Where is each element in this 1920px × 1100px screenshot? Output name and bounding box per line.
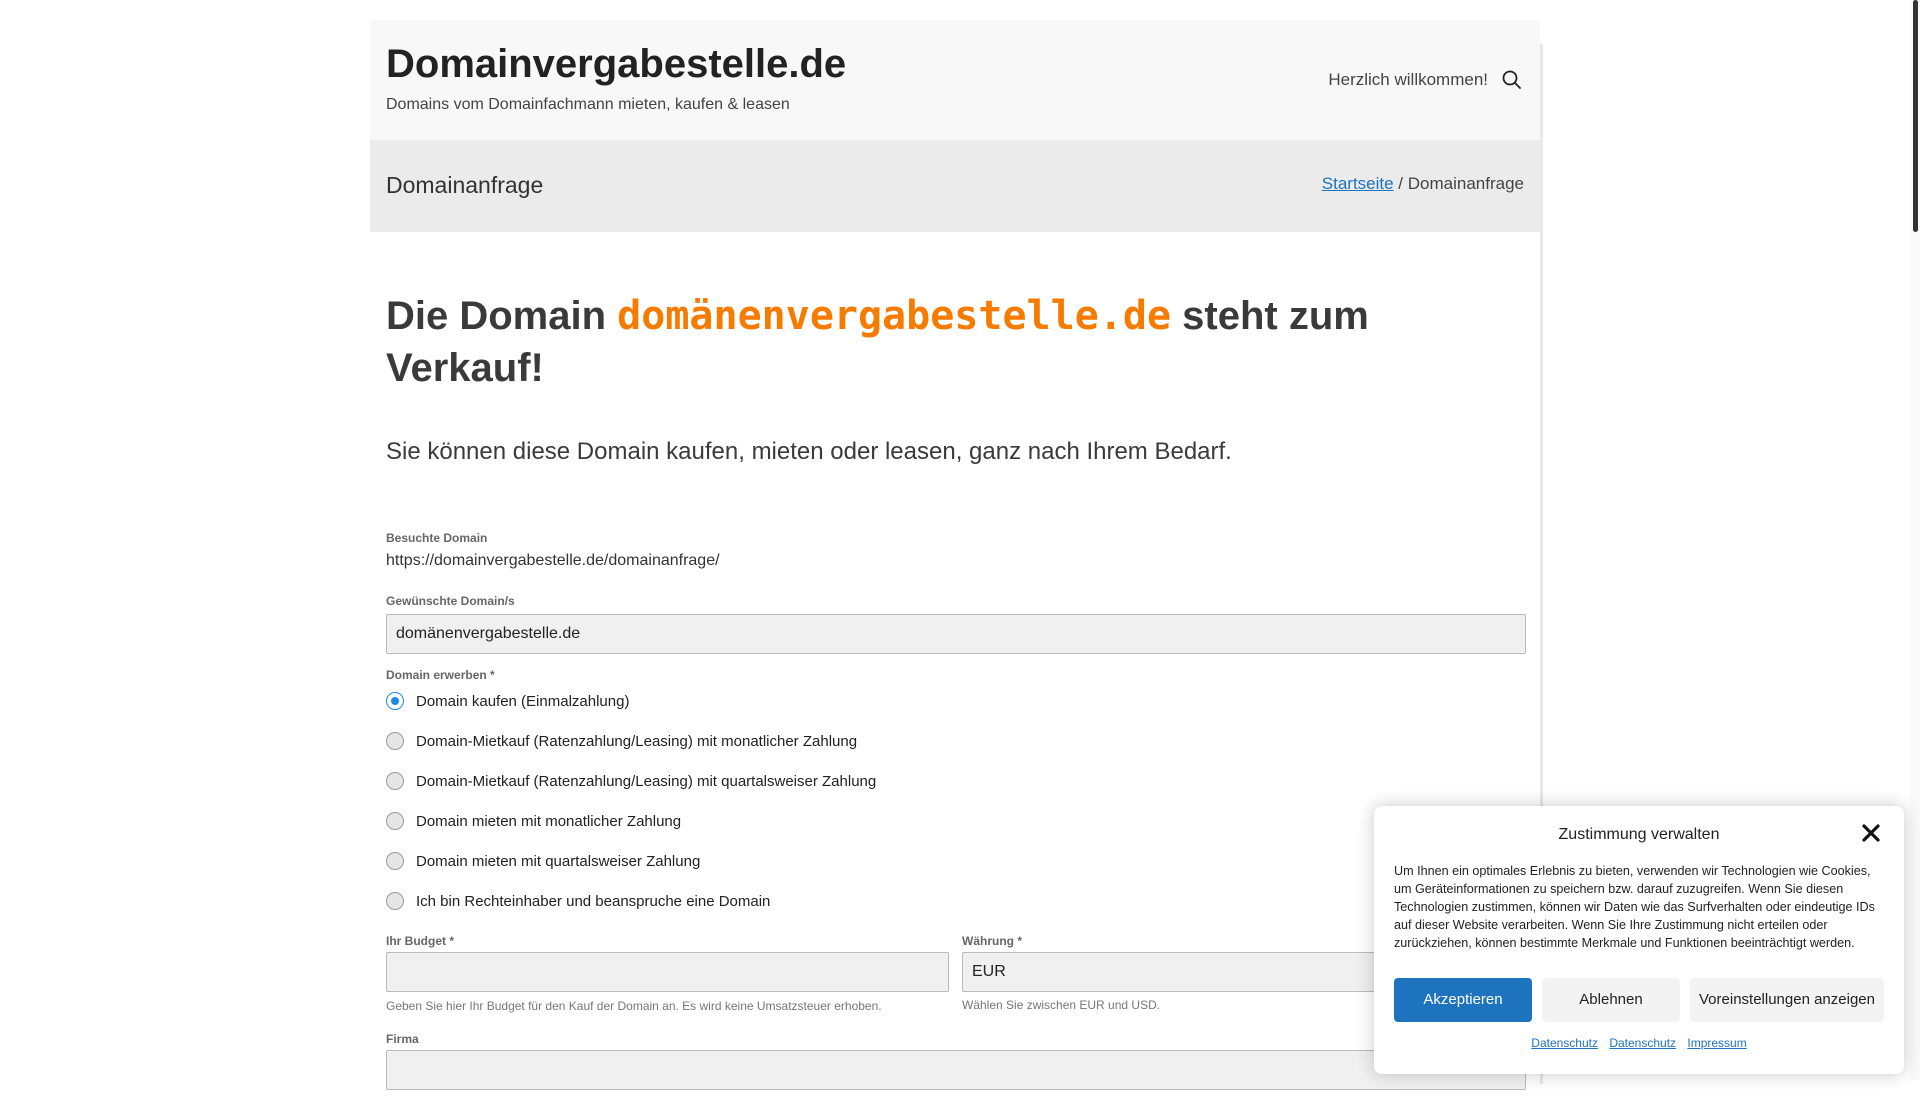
breadcrumb: Startseite / Domainanfrage	[1322, 174, 1524, 194]
currency-label: Währung *	[962, 934, 1022, 948]
budget-label: Ihr Budget *	[386, 934, 454, 948]
preferences-button[interactable]: Voreinstellungen anzeigen	[1690, 978, 1884, 1022]
option-label: Domain mieten mit monatlicher Zahlung	[416, 812, 682, 830]
option-leasing-monthly[interactable]: Domain-Mietkauf (Ratenzahlung/Leasing) m…	[386, 730, 857, 752]
headline-domain: domänenvergabestelle.de	[617, 293, 1172, 339]
close-icon[interactable]	[1860, 822, 1882, 844]
acquire-label: Domain erwerben *	[386, 668, 495, 682]
option-buy[interactable]: Domain kaufen (Einmalzahlung)	[386, 690, 629, 712]
page-title-bar: Domainanfrage Startseite / Domainanfrage	[370, 140, 1540, 232]
consent-title: Zustimmung verwalten	[1558, 826, 1720, 843]
breadcrumb-home-link[interactable]: Startseite	[1322, 174, 1394, 193]
option-rent-quarterly[interactable]: Domain mieten mit quartalsweiser Zahlung	[386, 850, 700, 872]
radio-button[interactable]	[386, 892, 404, 910]
consent-text: Um Ihnen ein optimales Erlebnis zu biete…	[1394, 864, 1875, 950]
lead-text: Sie können diese Domain kaufen, mieten o…	[386, 438, 1232, 465]
deny-button[interactable]: Ablehnen	[1542, 978, 1680, 1022]
sale-headline: Die Domain domänenvergabestelle.de steht…	[386, 290, 1526, 394]
consent-links: Datenschutz Datenschutz Impressum	[1374, 1036, 1904, 1050]
site-title[interactable]: Domainvergabestelle.de	[386, 42, 846, 87]
breadcrumb-current: Domainanfrage	[1407, 174, 1524, 193]
option-label: Domain mieten mit quartalsweiser Zahlung	[416, 852, 701, 870]
option-label: Ich bin Rechteinhaber und beanspruche ei…	[416, 892, 771, 910]
page-title: Domainanfrage	[386, 172, 544, 198]
radio-button[interactable]	[386, 692, 404, 710]
imprint-link[interactable]: Impressum	[1687, 1036, 1746, 1050]
scrollbar-thumb[interactable]	[1913, 0, 1918, 232]
radio-button[interactable]	[386, 772, 404, 790]
search-icon[interactable]	[1500, 68, 1524, 92]
scrollbar[interactable]	[1910, 0, 1920, 1080]
welcome-text: Herzlich willkommen!	[1328, 70, 1488, 89]
option-leasing-quarterly[interactable]: Domain-Mietkauf (Ratenzahlung/Leasing) m…	[386, 770, 876, 792]
budget-hint: Geben Sie hier Ihr Budget für den Kauf d…	[386, 999, 882, 1013]
site-header: Domainvergabestelle.de Domains vom Domai…	[370, 20, 1540, 140]
option-label: Domain-Mietkauf (Ratenzahlung/Leasing) m…	[416, 732, 858, 750]
radio-button[interactable]	[386, 732, 404, 750]
searched-domain-label: Besuchte Domain	[386, 531, 488, 545]
radio-button[interactable]	[386, 812, 404, 830]
page-container: Domainvergabestelle.de Domains vom Domai…	[370, 20, 1540, 1100]
option-label: Domain-Mietkauf (Ratenzahlung/Leasing) m…	[416, 772, 877, 790]
privacy-link[interactable]: Datenschutz	[1531, 1036, 1598, 1050]
company-label: Firma	[386, 1032, 419, 1046]
option-rights-holder[interactable]: Ich bin Rechteinhaber und beanspruche ei…	[386, 890, 770, 912]
company-input[interactable]	[386, 1050, 1526, 1090]
accept-button[interactable]: Akzeptieren	[1394, 978, 1532, 1022]
cookie-consent-dialog: Zustimmung verwalten Um Ihnen ein optima…	[1374, 806, 1904, 1074]
privacy-link[interactable]: Datenschutz	[1609, 1036, 1676, 1050]
wanted-domain-input[interactable]	[386, 614, 1526, 654]
currency-hint: Wählen Sie zwischen EUR und USD.	[962, 998, 1161, 1012]
budget-input[interactable]	[386, 952, 949, 992]
headline-prefix: Die Domain	[386, 294, 618, 338]
radio-button[interactable]	[386, 852, 404, 870]
option-rent-monthly[interactable]: Domain mieten mit monatlicher Zahlung	[386, 810, 681, 832]
site-tagline: Domains vom Domainfachmann mieten, kaufe…	[386, 96, 790, 113]
searched-domain-value: https://domainvergabestelle.de/domainanf…	[386, 552, 720, 569]
wanted-domain-label: Gewünschte Domain/s	[386, 594, 515, 608]
option-label: Domain kaufen (Einmalzahlung)	[416, 692, 630, 710]
breadcrumb-separator: /	[1393, 174, 1408, 193]
